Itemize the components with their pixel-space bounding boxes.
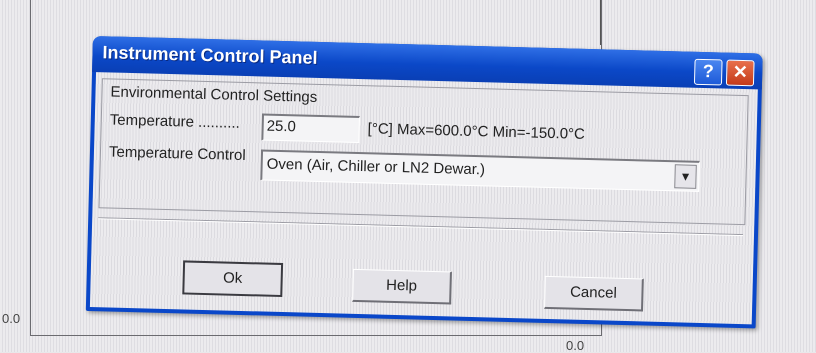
instrument-control-dialog: Instrument Control Panel ? ✕ Environment… — [85, 36, 763, 329]
temperature-limits: [°C] Max=600.0°C Min=-150.0°C — [367, 120, 586, 143]
ok-button[interactable]: Ok — [182, 260, 284, 298]
plot-axis-label-left: 0.0 — [2, 311, 21, 326]
temperature-control-value: Oven (Air, Chiller or LN2 Dewar.) — [266, 155, 486, 179]
group-title: Environmental Control Settings — [110, 83, 318, 106]
cancel-button[interactable]: Cancel — [544, 275, 644, 312]
temperature-control-label: Temperature Control — [108, 143, 246, 165]
background-divider — [600, 0, 601, 45]
temperature-label: Temperature .......... — [109, 111, 241, 132]
plot-axis-label-bottom: 0.0 — [566, 338, 585, 353]
help-button[interactable]: Help — [352, 268, 452, 305]
close-icon[interactable]: ✕ — [725, 59, 755, 87]
help-icon[interactable]: ? — [693, 58, 723, 86]
temperature-input[interactable]: 25.0 — [261, 113, 360, 144]
screen-background: 0.0 0.0 Instrument Control Panel ? ✕ Env… — [0, 0, 816, 353]
dialog-title: Instrument Control Panel — [102, 42, 318, 68]
dialog-client-area: Environmental Control Settings Temperatu… — [89, 72, 758, 325]
temperature-control-select[interactable]: Oven (Air, Chiller or LN2 Dewar.) ▼ — [260, 149, 700, 192]
chevron-down-icon[interactable]: ▼ — [674, 164, 697, 189]
environmental-settings-group: Environmental Control Settings Temperatu… — [98, 78, 749, 226]
